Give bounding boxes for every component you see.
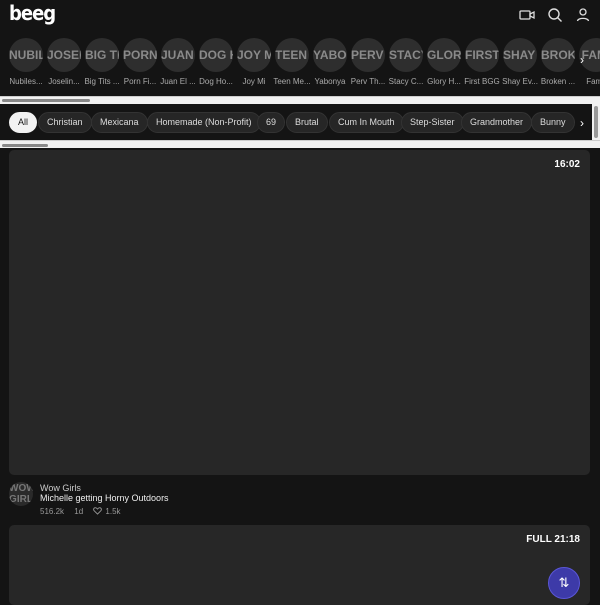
tag-brutal[interactable]: Brutal — [286, 112, 328, 133]
tag-step-sister[interactable]: Step-Sister — [401, 112, 464, 133]
channel-avatar: NUBILES — [9, 38, 43, 72]
channel-avatar: STACY — [389, 38, 423, 72]
tag-all[interactable]: All — [9, 112, 38, 133]
channel-avatar: SHAY E — [503, 38, 537, 72]
channel-label: Yabonya — [314, 77, 346, 86]
channel-item[interactable]: SHAY E Shay Ev... — [502, 34, 538, 86]
channel-avatar: YABON — [313, 38, 347, 72]
sort-toggle-button[interactable]: ⇅ — [548, 567, 580, 599]
video-title[interactable]: Michelle getting Horny Outdoors — [40, 493, 169, 503]
user-icon[interactable] — [575, 7, 591, 23]
scrollbar-thumb[interactable] — [2, 99, 90, 102]
video-thumbnail[interactable]: FULL 21:18 — [9, 525, 590, 605]
channel-label: Juan El ... — [160, 77, 196, 86]
channel-item[interactable]: FIRST B First BGG — [464, 34, 500, 86]
channel-label: Perv Th... — [350, 77, 386, 86]
channel-item[interactable]: TEEN M Teen Me... — [273, 34, 311, 86]
channel-label: Glory H... — [427, 77, 461, 86]
channel-label: First BGG — [464, 77, 500, 86]
channel-label: Joselin... — [48, 77, 80, 86]
upload-age: 1d — [74, 507, 84, 516]
tag-grandmother[interactable]: Grandmother — [461, 112, 533, 133]
channel-label: Porn Fi... — [123, 77, 157, 86]
channel-avatar: GLORY — [427, 38, 461, 72]
tag-bunny[interactable]: Bunny — [531, 112, 575, 133]
tag-scrollbar[interactable] — [0, 140, 600, 148]
video-thumbnail[interactable]: 16:02 — [9, 150, 590, 475]
video-duration: 16:02 — [554, 159, 580, 170]
channel-name[interactable]: Wow Girls — [40, 483, 81, 493]
tag-christian[interactable]: Christian — [38, 112, 92, 133]
channel-label: Stacy C... — [388, 77, 424, 86]
channel-avatar: DOG HO — [199, 38, 233, 72]
search-icon[interactable] — [547, 7, 563, 23]
channel-item[interactable]: STACY Stacy C... — [388, 34, 424, 86]
channel-item[interactable]: YABON Yabonya — [312, 34, 348, 86]
channel-item[interactable]: NUBILES Nubiles... — [8, 34, 44, 86]
channel-item[interactable]: JUAN E Juan El ... — [160, 34, 196, 86]
video-duration: FULL 21:18 — [526, 534, 580, 545]
channel-label: Dog Ho... — [199, 77, 233, 86]
scrollbar-thumb[interactable] — [594, 106, 598, 138]
channel-carousel: NUBILES Nubiles... JOSELI Joselin... BIG T… — [0, 34, 600, 92]
channel-label: Joy Mi — [242, 77, 266, 86]
view-count: 516.2k — [40, 507, 65, 516]
channel-avatar: PORN F — [123, 38, 157, 72]
site-logo[interactable]: beeg — [9, 1, 56, 25]
like-count: 1.5k — [105, 507, 121, 516]
channel-scrollbar[interactable] — [0, 96, 600, 104]
channel-avatar: BROKE — [541, 38, 575, 72]
channel-avatar: FIRST B — [465, 38, 499, 72]
channel-avatar: JOSELI — [47, 38, 81, 72]
top-bar: beeg — [0, 0, 600, 30]
channel-label: Big Tits ... — [84, 77, 120, 86]
tag-next-arrow-icon[interactable]: › — [574, 113, 590, 133]
channel-item[interactable]: DOG HO Dog Ho... — [198, 34, 234, 86]
channel-avatar: TEEN M — [275, 38, 309, 72]
channel-avatar: BIG TITS — [85, 38, 119, 72]
channel-item[interactable]: BIG TITS Big Tits ... — [84, 34, 120, 86]
tag-bar: All Christian Mexicana Homemade (Non-Pro… — [0, 104, 600, 140]
tag-mexicana[interactable]: Mexicana — [91, 112, 148, 133]
tag-69[interactable]: 69 — [257, 112, 286, 133]
channel-item[interactable]: GLORY Glory H... — [426, 34, 462, 86]
channel-label: Shay Ev... — [502, 77, 538, 86]
channel-avatar: PERV T — [351, 38, 385, 72]
video-stats: 516.2k 1d 1.5k — [40, 507, 129, 516]
channel-next-arrow-icon[interactable]: › — [572, 50, 592, 70]
channel-avatar[interactable]: WOW GIRL — [9, 482, 33, 506]
channel-item[interactable]: BROKE Broken ... — [540, 34, 576, 86]
tag-vertical-scrollbar[interactable] — [592, 104, 600, 140]
heart-icon — [93, 507, 103, 515]
tag-homemade[interactable]: Homemade (Non-Profit) — [147, 112, 261, 133]
swap-icon: ⇅ — [558, 575, 570, 590]
video-meta: WOW GIRL Wow Girls Michelle getting Horn… — [9, 482, 589, 522]
channel-item[interactable]: JOSELI Joselin... — [46, 34, 82, 86]
channel-item[interactable]: JOY MI Joy Mi — [236, 34, 272, 86]
channel-label: Teen Me... — [273, 77, 311, 86]
channel-item[interactable]: PORN F Porn Fi... — [122, 34, 158, 86]
channel-label: Famil — [586, 77, 600, 86]
channel-item[interactable]: PERV T Perv Th... — [350, 34, 386, 86]
tag-cum-in-mouth[interactable]: Cum In Mouth — [329, 112, 404, 133]
channel-label: Broken ... — [540, 77, 576, 86]
channel-avatar: JOY MI — [237, 38, 271, 72]
channel-label: Nubiles... — [9, 77, 43, 86]
scrollbar-thumb[interactable] — [2, 144, 48, 147]
channel-avatar: JUAN E — [161, 38, 195, 72]
video-camera-icon[interactable] — [519, 7, 535, 23]
